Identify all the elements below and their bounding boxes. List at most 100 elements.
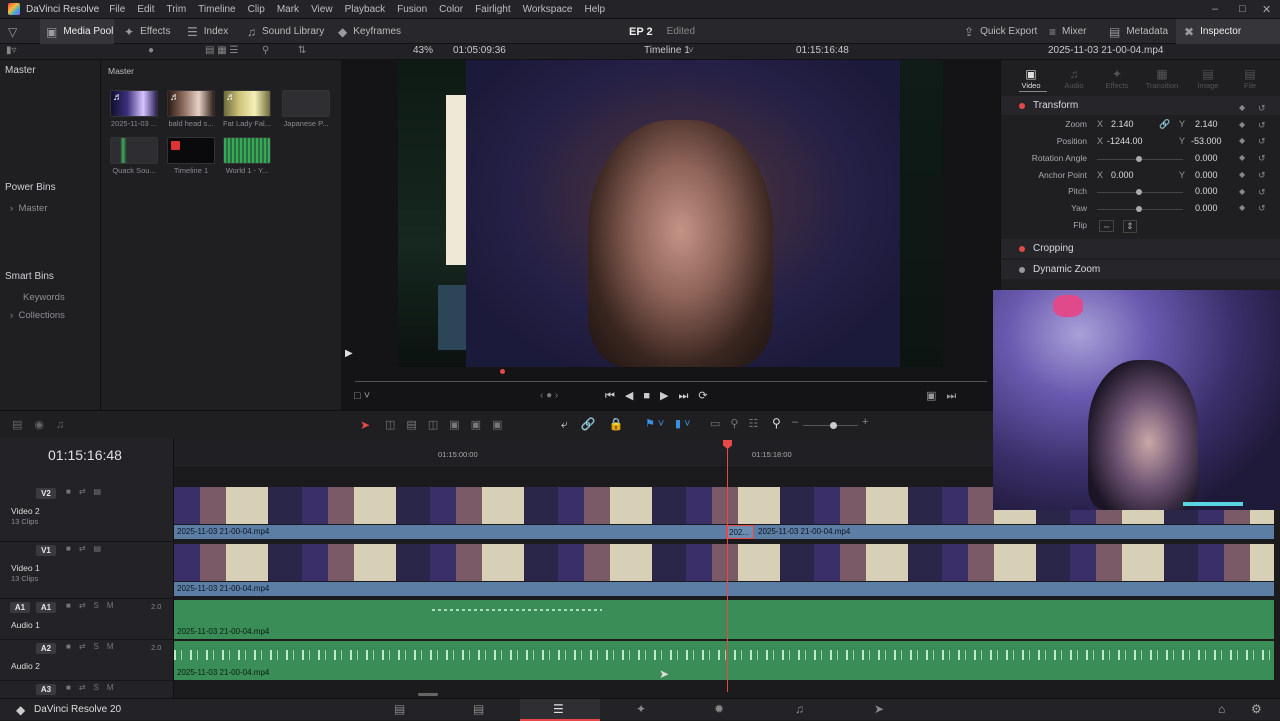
deliver-page-icon[interactable]: ➤	[874, 702, 884, 716]
position-x-field[interactable]: -1244.00	[1107, 136, 1143, 146]
replace-clip-icon[interactable]: ▣	[492, 419, 513, 431]
blade-tool-icon[interactable]: ◫	[428, 419, 449, 431]
mute-button[interactable]: M	[107, 683, 122, 692]
track-tag-a2[interactable]: A2	[36, 643, 56, 654]
stop-icon[interactable]: ■	[643, 390, 660, 402]
zoom-y-field[interactable]: 2.140	[1195, 119, 1218, 129]
clip-a2[interactable]: 2025-11-03 21-00-04.mp4	[174, 641, 1274, 680]
smart-bin-keywords[interactable]: Keywords	[23, 292, 65, 303]
rotation-slider-knob[interactable]	[1136, 156, 1142, 162]
rotation-field[interactable]: 0.000	[1195, 153, 1218, 163]
zoom-out-icon[interactable]: –	[792, 416, 798, 428]
track-tag-v2[interactable]: V2	[36, 488, 56, 499]
timeline-h-scrollbar[interactable]	[418, 693, 438, 696]
cut-page-icon[interactable]: ▤	[473, 702, 484, 716]
viewer-scrubber-track[interactable]	[355, 381, 987, 382]
skip-end-icon[interactable]: ⏭	[679, 390, 699, 402]
viewer-options-icon[interactable]: □ ˅	[354, 390, 370, 402]
match-frame-icon[interactable]: ▣	[926, 390, 946, 402]
lock-icon[interactable]: ■	[66, 601, 79, 610]
snapping-icon[interactable]: ⤶	[561, 417, 581, 431]
track-header-a1[interactable]: A1 A1 ■⇄SM 2.0 Audio 1	[0, 599, 174, 640]
menu-fusion[interactable]: Fusion	[391, 4, 433, 15]
pitch-slider-knob[interactable]	[1136, 189, 1142, 195]
reverse-icon[interactable]: ◀	[625, 390, 643, 402]
media-thumb-4[interactable]	[282, 90, 330, 117]
chevron-down-icon[interactable]: ˅	[688, 45, 694, 56]
pitch-field[interactable]: 0.000	[1195, 186, 1218, 196]
solo-button[interactable]: S	[94, 683, 107, 692]
track-tag-v1[interactable]: V1	[36, 545, 56, 556]
minimize-icon[interactable]: –	[1212, 3, 1218, 15]
lock-icon[interactable]: ■	[66, 683, 79, 692]
keyframe-diamond-icon[interactable]: ◆	[1239, 117, 1245, 134]
next-edit-icon[interactable]: ⏭	[946, 390, 966, 402]
custom-zoom-icon[interactable]: ☷	[748, 418, 768, 430]
media-pool-button[interactable]: ▣ Media Pool	[40, 19, 114, 44]
anchor-x-field[interactable]: 0.000	[1111, 170, 1134, 180]
flip-horizontal-icon[interactable]: ⇔	[1099, 220, 1114, 232]
fusion-page-icon[interactable]: ✦	[636, 702, 646, 716]
solo-button[interactable]: S	[94, 642, 107, 651]
reset-icon[interactable]: ↺	[1258, 117, 1266, 134]
link-icon[interactable]: 🔗	[581, 417, 609, 431]
timeline-view-options-icon[interactable]: ▤◉♫	[12, 418, 76, 431]
viewer-video-frame[interactable]	[398, 60, 943, 367]
dynamic-trim-icon[interactable]: ▤	[406, 419, 427, 431]
clip-a1[interactable]: 2025-11-03 21-00-04.mp4	[174, 600, 1274, 639]
keyframe-diamond-icon[interactable]: ◆	[1239, 100, 1245, 117]
auto-select-icon[interactable]: ⇄	[79, 683, 94, 692]
auto-select-icon[interactable]: ⇄	[79, 642, 94, 651]
reset-icon[interactable]: ↺	[1258, 200, 1266, 217]
fairlight-page-icon[interactable]: ♫	[795, 702, 804, 716]
metadata-button[interactable]: ▤ Metadata	[1109, 19, 1168, 44]
flip-vertical-icon[interactable]: ⇕	[1123, 220, 1137, 233]
flag-icon[interactable]: ⚑ ˅	[645, 417, 664, 430]
maximize-icon[interactable]: □	[1239, 3, 1246, 15]
position-y-field[interactable]: -53.000	[1191, 136, 1222, 146]
keyframe-diamond-icon[interactable]: ◆	[1239, 184, 1245, 201]
detail-zoom-icon[interactable]: ⚲	[730, 418, 748, 430]
smart-bin-collections[interactable]: › Collections	[10, 310, 65, 321]
viewer-playhead[interactable]	[500, 369, 505, 374]
track-tag-a3[interactable]: A3	[36, 684, 56, 695]
clip-v1[interactable]: 2025-11-03 21-00-04.mp4	[174, 582, 1274, 596]
keyframe-diamond-icon[interactable]: ◆	[1239, 133, 1245, 150]
media-page-icon[interactable]: ▤	[394, 702, 405, 716]
media-thumb-1[interactable]: ♬	[110, 90, 158, 117]
clip-v2-selected[interactable]: 202...	[726, 525, 754, 539]
zoom-level[interactable]: 43%	[413, 45, 433, 56]
settings-gear-icon[interactable]: ⚙	[1251, 702, 1262, 716]
menu-fairlight[interactable]: Fairlight	[469, 4, 517, 15]
index-button[interactable]: ☰ Index	[187, 19, 228, 44]
clip-thumbnails-v1[interactable]	[174, 544, 1274, 581]
tab-file[interactable]: ▤ File	[1229, 67, 1271, 90]
menu-edit[interactable]: Edit	[131, 4, 160, 15]
media-thumb-3[interactable]: ♬	[223, 90, 271, 117]
lock-icon[interactable]: ■	[66, 487, 79, 496]
track-header-v1[interactable]: V1 ■⇄▤ Video 1 13 Clips	[0, 542, 174, 599]
track-tag-a1-dest[interactable]: A1	[10, 602, 30, 613]
keyframe-diamond-icon[interactable]: ◆	[1239, 167, 1245, 184]
lock-icon[interactable]: 🔒	[609, 417, 637, 431]
power-bin-master[interactable]: › Master	[10, 203, 48, 214]
anchor-y-field[interactable]: 0.000	[1195, 170, 1218, 180]
sort-icon[interactable]: ⇅	[298, 45, 306, 56]
zoom-in-icon[interactable]: +	[862, 416, 868, 428]
zoom-magnifier-icon[interactable]: ⚲	[772, 416, 781, 430]
color-page-icon[interactable]: ✹	[714, 702, 724, 716]
disabled-dot-icon[interactable]	[1019, 266, 1025, 273]
enable-track-icon[interactable]: ▤	[94, 487, 110, 496]
timeline-name[interactable]: Timeline 1	[644, 45, 690, 56]
clip-v2-right[interactable]: 2025-11-03 21-00-04.mp4	[755, 525, 1274, 539]
enable-track-icon[interactable]: ▤	[94, 544, 110, 553]
cropping-section[interactable]: Cropping	[1001, 239, 1280, 258]
yaw-slider-knob[interactable]	[1136, 206, 1142, 212]
menu-playback[interactable]: Playback	[339, 4, 392, 15]
layout-icon[interactable]: ▮▿	[6, 45, 17, 56]
loop-icon[interactable]: ⟳	[698, 390, 717, 402]
close-icon[interactable]: ✕	[1262, 3, 1271, 16]
insert-clip-icon[interactable]: ▣	[449, 419, 470, 431]
mute-button[interactable]: M	[107, 642, 122, 651]
reset-icon[interactable]: ↺	[1258, 184, 1266, 201]
